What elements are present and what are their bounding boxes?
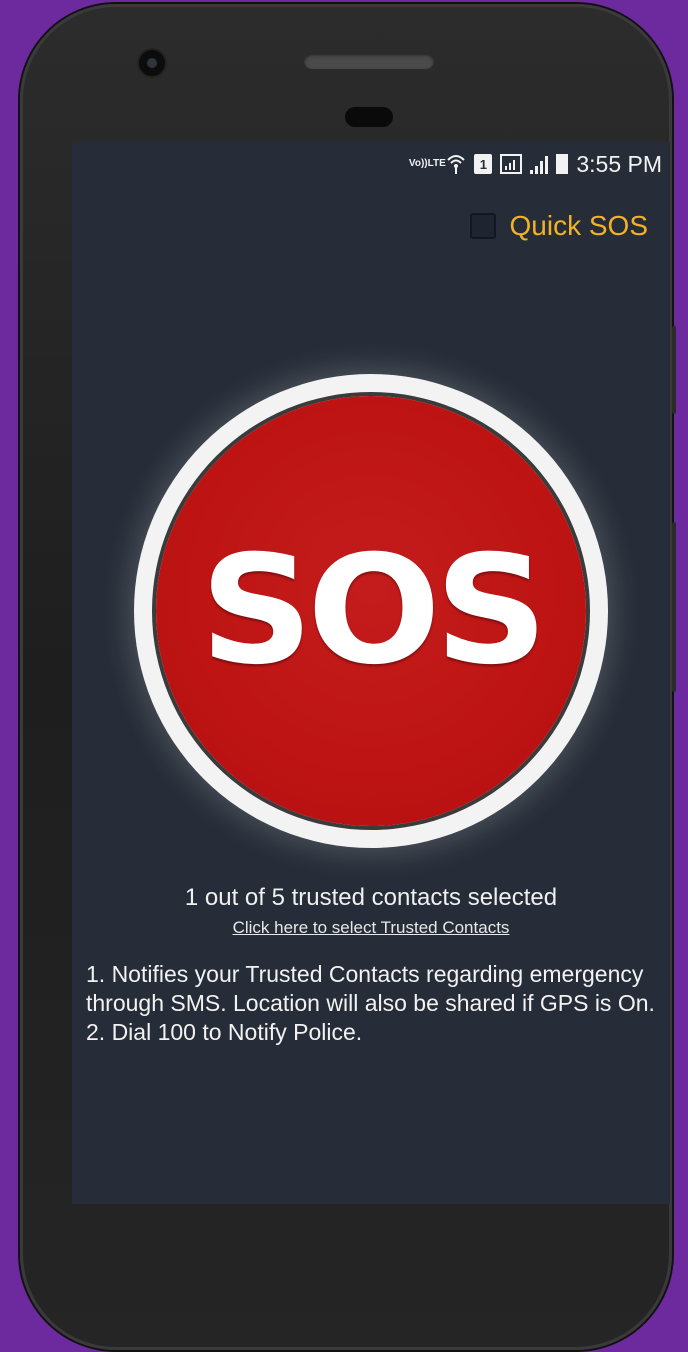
select-trusted-contacts-link[interactable]: Click here to select Trusted Contacts	[72, 918, 670, 938]
earpiece-speaker	[304, 53, 434, 69]
sos-button[interactable]: SOS	[134, 374, 608, 848]
quick-sos-label[interactable]: Quick SOS	[510, 210, 648, 242]
proximity-sensor	[345, 107, 393, 127]
phone-frame: Vo)) LTE 1 3:55 PM Quick SOS SOS 1 out o…	[20, 4, 676, 1350]
front-camera	[139, 50, 165, 76]
status-bar: Vo)) LTE 1 3:55 PM	[72, 142, 670, 186]
quick-sos-toggle[interactable]: Quick SOS	[469, 210, 648, 242]
battery-icon	[556, 154, 569, 174]
power-button	[672, 326, 676, 414]
volume-button	[672, 522, 676, 692]
volte-icon: Vo)) LTE	[408, 158, 446, 169]
info-line-1: 1. Notifies your Trusted Contacts regard…	[86, 961, 655, 1016]
signal-strength-icon	[530, 154, 549, 174]
sos-button-label[interactable]: SOS	[200, 524, 548, 698]
quick-sos-checkbox[interactable]	[469, 213, 496, 239]
sim-icon: 1	[474, 154, 493, 174]
status-time: 3:55 PM	[576, 150, 662, 177]
app-screen: Vo)) LTE 1 3:55 PM Quick SOS SOS 1 out o…	[72, 142, 670, 1204]
signal-box-icon	[500, 154, 523, 174]
sos-button-face[interactable]: SOS	[156, 396, 586, 826]
info-text: 1. Notifies your Trusted Contacts regard…	[86, 960, 656, 1047]
info-line-2: 2. Dial 100 to Notify Police.	[86, 1019, 363, 1045]
wifi-calling-icon	[446, 152, 466, 176]
trusted-contacts-count: 1 out of 5 trusted contacts selected	[184, 884, 558, 911]
